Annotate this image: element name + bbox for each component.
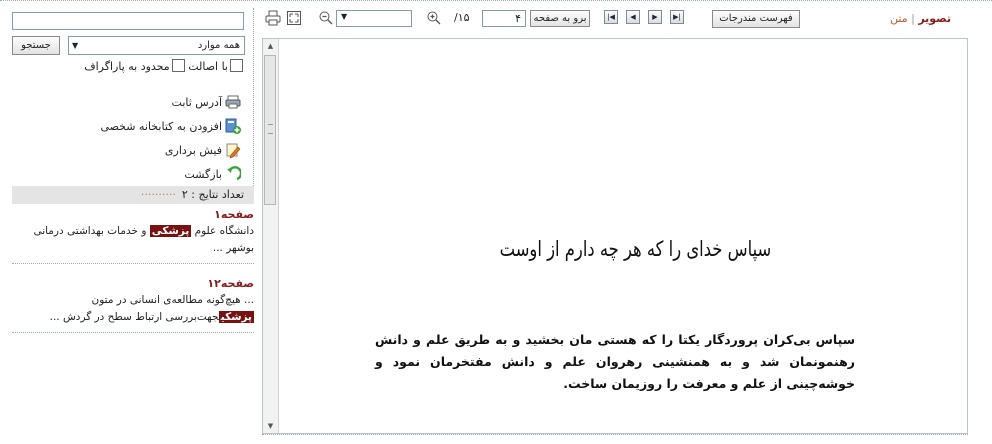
paragraph-checkbox[interactable] — [171, 59, 185, 72]
zoom-in-icon[interactable] — [426, 10, 442, 26]
view-image-link[interactable]: تصویر — [918, 12, 951, 25]
scroll-down-icon[interactable]: ▼ — [263, 419, 278, 433]
panel-divider — [253, 8, 254, 194]
back-label: بازگشت — [184, 167, 222, 181]
document-viewer: ▲ ▼ سپاس خدای را که هر چه دارم از اوست س… — [262, 38, 968, 434]
results-count: تعداد نتایج : ۲ — [181, 188, 244, 201]
printer-icon — [225, 95, 241, 109]
first-page-icon[interactable]: |◀ — [604, 10, 618, 24]
result-item[interactable]: صفحه۱۲ ... هیچ‌گونه مطالعه‌ی انسانی در م… — [12, 275, 254, 333]
zoom-out-icon[interactable] — [318, 10, 334, 26]
result-snippet: پزشکیجهت‌بررسی ارتباط سطح در گردش ... — [49, 311, 254, 323]
viewer-toolbar: ▼ /۱۵ ۴ برو به صفحه |◀ ◀ ▶ ▶| فهرست مندر… — [258, 6, 992, 32]
prev-page-icon[interactable]: ◀ — [626, 10, 640, 24]
bottom-divider — [262, 434, 968, 435]
page-input[interactable]: ۴ — [482, 10, 526, 27]
result-divider — [12, 263, 254, 264]
back-action[interactable]: بازگشت — [91, 162, 241, 186]
search-scope-select[interactable]: همه موارد ▼ — [68, 36, 245, 55]
page-title: سپاس خدای را که هر چه دارم از اوست — [499, 237, 771, 261]
original-label: با اصالت — [188, 60, 228, 73]
note-pencil-icon — [226, 143, 241, 158]
view-separator: | — [911, 12, 915, 25]
add-library-icon — [225, 118, 241, 134]
page-body-text: سپاس بی‌کران پروردگار یکتا را که هستی ما… — [375, 332, 855, 391]
toc-button[interactable]: فهرست مندرجات — [712, 10, 800, 28]
result-snippet: دانشگاه علوم پزشکی و خدمات بهداشتی درمان… — [33, 225, 254, 254]
note-action[interactable]: فیش برداری — [91, 138, 241, 162]
result-snippet-line: ... هیچ‌گونه مطالعه‌ی انسانی در متون — [91, 294, 254, 306]
top-divider — [0, 0, 992, 4]
last-page-icon[interactable]: ▶| — [670, 10, 684, 24]
search-panel: جستجو همه موارد ▼ با اصالت محدود به پارا… — [0, 8, 254, 444]
result-item[interactable]: صفحه۱ دانشگاه علوم پزشکی و خدمات بهداشتی… — [12, 206, 254, 264]
search-scope-value: همه موارد — [197, 40, 240, 51]
add-library-action[interactable]: افزودن به کتابخانه شخصی — [91, 114, 241, 138]
zoom-select[interactable]: ▼ — [336, 10, 412, 27]
vertical-scrollbar[interactable]: ▲ ▼ — [263, 39, 279, 433]
fullscreen-icon[interactable] — [286, 10, 302, 26]
add-library-label: افزودن به کتابخانه شخصی — [100, 119, 222, 133]
result-title[interactable]: صفحه۱ — [12, 206, 254, 223]
chevron-down-icon: ▼ — [72, 41, 79, 50]
scroll-up-icon[interactable]: ▲ — [263, 39, 278, 53]
search-options: با اصالت محدود به پاراگراف — [84, 59, 243, 73]
results-count-bar: تعداد نتایج : ۲ ·········· — [12, 186, 254, 204]
chevron-down-icon: ▼ — [341, 12, 348, 21]
search-input[interactable] — [12, 12, 244, 30]
grip-icon — [268, 124, 273, 134]
note-label: فیش برداری — [164, 143, 222, 157]
back-arrow-icon — [227, 166, 241, 181]
search-button[interactable]: جستجو — [12, 36, 60, 55]
permalink-label: آدرس ثابت — [171, 95, 222, 109]
result-highlight: پزشکی — [149, 225, 192, 237]
original-checkbox[interactable] — [230, 59, 243, 72]
next-page-icon[interactable]: ▶ — [648, 10, 662, 24]
goto-page-button[interactable]: برو به صفحه — [530, 10, 590, 27]
print-icon[interactable] — [264, 10, 282, 26]
result-highlight: پزشکی — [218, 311, 254, 323]
result-title[interactable]: صفحه۱۲ — [12, 275, 254, 292]
view-switch: تصویر | متن — [890, 12, 951, 25]
view-text-link[interactable]: متن — [890, 12, 908, 25]
total-pages: /۱۵ — [454, 11, 470, 24]
scroll-thumb[interactable] — [264, 55, 276, 205]
action-list: آدرس ثابت افزودن به کتابخانه شخصی فیش بر… — [91, 90, 241, 186]
result-divider — [12, 332, 254, 333]
dots-decoration: ·········· — [140, 188, 176, 201]
permalink-action[interactable]: آدرس ثابت — [91, 90, 241, 114]
paragraph-label: محدود به پاراگراف — [84, 60, 170, 73]
